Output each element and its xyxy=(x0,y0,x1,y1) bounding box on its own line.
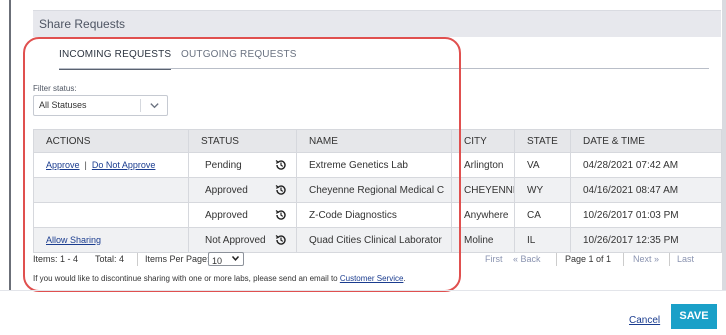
per-page-value: 10 xyxy=(212,256,223,266)
history-icon[interactable] xyxy=(274,233,288,247)
row-datetime: 10/26/2017 12:35 PM xyxy=(570,227,722,253)
action-divider: | xyxy=(84,159,87,170)
tab-incoming-requests[interactable]: INCOMING REQUESTS xyxy=(59,46,172,70)
history-icon[interactable] xyxy=(274,158,288,172)
share-requests-page: Share Requests INCOMING REQUESTS OUTGOIN… xyxy=(0,0,726,335)
table-row: Approve | Do Not Approve Pending Extreme G… xyxy=(33,152,722,178)
filter-status-select[interactable]: All Statuses xyxy=(33,95,168,116)
row-status: Not Approved xyxy=(188,227,297,253)
row-datetime: 10/26/2017 01:03 PM xyxy=(570,202,722,228)
header-actions: ACTIONS xyxy=(33,129,189,153)
save-button[interactable]: SAVE xyxy=(671,304,717,329)
approve-link[interactable]: Approve xyxy=(46,160,80,170)
pager-divider xyxy=(556,253,557,266)
pager-last[interactable]: Last xyxy=(677,254,694,264)
discontinue-notice: If you would like to discontinue sharing… xyxy=(33,274,406,283)
table-row: Allow Sharing Not Approved Quad Cities C… xyxy=(33,227,722,253)
table-row: Approved Cheyenne Regional Medical C CHE… xyxy=(33,177,722,203)
status-text: Not Approved xyxy=(205,234,266,246)
history-icon[interactable] xyxy=(274,183,288,197)
notice-text: If you would like to discontinue sharing… xyxy=(33,274,340,283)
table-row: Approved Z-Code Diagnostics Anywhere CA … xyxy=(33,202,722,228)
row-state: WY xyxy=(514,177,571,203)
cancel-link[interactable]: Cancel xyxy=(629,315,660,326)
status-text: Approved xyxy=(205,184,248,196)
table-header-row: ACTIONS STATUS NAME CITY STATE DATE & TI… xyxy=(33,129,722,153)
tab-underline xyxy=(59,68,709,69)
items-total: Total: 4 xyxy=(95,254,125,264)
panel-title: Share Requests xyxy=(33,10,721,37)
row-actions: Approve | Do Not Approve xyxy=(33,152,189,178)
history-icon[interactable] xyxy=(274,208,288,222)
row-city: CHEYENNE xyxy=(451,177,515,203)
row-state: CA xyxy=(514,202,571,228)
row-city: Arlington xyxy=(451,152,515,178)
row-datetime: 04/28/2021 07:42 AM xyxy=(570,152,722,178)
row-state: IL xyxy=(514,227,571,253)
row-status: Pending xyxy=(188,152,297,178)
row-name: Cheyenne Regional Medical C xyxy=(296,177,452,203)
row-actions: Allow Sharing xyxy=(33,227,189,253)
row-name: Quad Cities Clinical Laborator xyxy=(296,227,452,253)
row-actions xyxy=(33,177,189,203)
row-name: Z-Code Diagnostics xyxy=(296,202,452,228)
status-text: Pending xyxy=(205,159,242,171)
items-per-page-label: Items Per Page: xyxy=(145,254,210,264)
header-status: STATUS xyxy=(188,129,297,153)
row-status: Approved xyxy=(188,177,297,203)
status-text: Approved xyxy=(205,209,248,221)
row-status: Approved xyxy=(188,202,297,228)
pager-back[interactable]: « Back xyxy=(513,254,541,264)
row-datetime: 04/16/2021 08:47 AM xyxy=(570,177,722,203)
row-city: Moline xyxy=(451,227,515,253)
filter-status-value: All Statuses xyxy=(39,100,87,110)
pager-divider xyxy=(669,253,670,266)
pager-first[interactable]: First xyxy=(485,254,503,264)
items-range: Items: 1 - 4 xyxy=(33,254,79,264)
row-state: VA xyxy=(514,152,571,178)
header-state: STATE xyxy=(514,129,571,153)
chevron-down-icon xyxy=(149,99,161,111)
row-city: Anywhere xyxy=(451,202,515,228)
requests-table: ACTIONS STATUS NAME CITY STATE DATE & TI… xyxy=(33,129,722,253)
header-city: CITY xyxy=(451,129,515,153)
scrollbar[interactable] xyxy=(722,0,726,290)
row-name: Extreme Genetics Lab xyxy=(296,152,452,178)
pager-divider xyxy=(137,253,138,266)
pager-page-info: Page 1 of 1 xyxy=(565,254,612,264)
header-name: NAME xyxy=(296,129,452,153)
tab-outgoing-requests[interactable]: OUTGOING REQUESTS xyxy=(181,46,297,70)
items-per-page-select[interactable]: 10 xyxy=(208,252,244,266)
notice-end: . xyxy=(403,274,406,283)
allow-sharing-link[interactable]: Allow Sharing xyxy=(46,235,101,245)
header-datetime: DATE & TIME xyxy=(570,129,722,153)
pager-next[interactable]: Next » xyxy=(633,254,659,264)
filter-status-label: Filter status: xyxy=(33,84,77,93)
left-border xyxy=(9,0,11,290)
customer-service-link[interactable]: Customer Service xyxy=(340,274,404,283)
do-not-approve-link[interactable]: Do Not Approve xyxy=(92,160,156,170)
select-divider xyxy=(140,99,141,112)
pager-divider xyxy=(623,253,624,266)
chevron-down-icon xyxy=(231,253,240,266)
pagination-bar: Items: 1 - 4 Total: 4 Items Per Page: 10… xyxy=(33,252,721,268)
row-actions xyxy=(33,202,189,228)
footer-divider xyxy=(0,290,726,291)
